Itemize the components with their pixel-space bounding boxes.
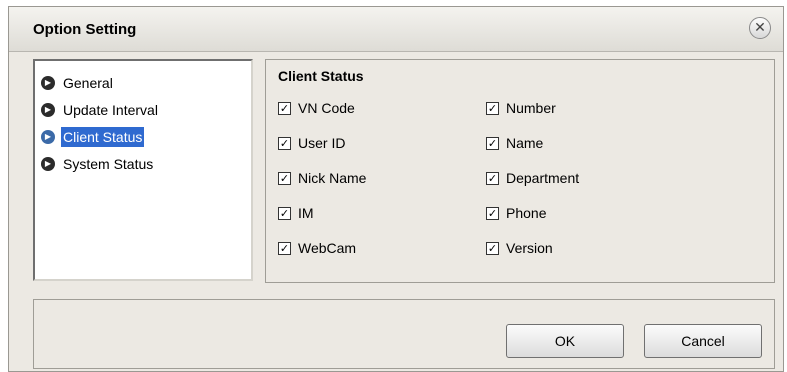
checkmark-icon: ✓ [486, 101, 499, 115]
tree-item-update-interval[interactable]: ▶ Update Interval [35, 96, 251, 123]
checkbox-label: Number [506, 100, 556, 116]
close-button[interactable]: ✕ [749, 17, 771, 39]
tree-item-system-status[interactable]: ▶ System Status [35, 150, 251, 177]
option-tree: ▶ General ▶ Update Interval ▶ Client Sta… [33, 59, 253, 281]
checkbox-number[interactable]: ✓ Number [486, 100, 556, 116]
checkmark-icon: ✓ [278, 206, 291, 220]
checkbox-label: Version [506, 240, 553, 256]
checkbox-department[interactable]: ✓ Department [486, 170, 579, 186]
checkbox-label: Name [506, 135, 544, 151]
checkbox-im[interactable]: ✓ IM [278, 205, 314, 221]
checkbox-label: VN Code [298, 100, 355, 116]
title-bar: Option Setting ✕ [9, 7, 783, 52]
dialog-title: Option Setting [33, 21, 137, 38]
checkbox-name[interactable]: ✓ Name [486, 135, 543, 151]
option-setting-dialog: Option Setting ✕ ▶ General ▶ Update Inte… [8, 6, 784, 372]
checkbox-vn-code[interactable]: ✓ VN Code [278, 100, 355, 116]
checkbox-label: Nick Name [298, 170, 367, 186]
checkbox-label: WebCam [298, 240, 357, 256]
client-status-group: Client Status ✓ VN Code ✓ User ID ✓ Nick… [265, 59, 775, 283]
tree-item-label: System Status [63, 155, 154, 172]
tree-item-label: Client Status [61, 126, 145, 147]
checkbox-label: IM [298, 205, 314, 221]
cancel-button[interactable]: Cancel [644, 324, 762, 358]
checkmark-icon: ✓ [486, 171, 499, 185]
arrow-bullet-icon: ▶ [41, 102, 55, 117]
checkmark-icon: ✓ [486, 136, 499, 150]
checkbox-phone[interactable]: ✓ Phone [486, 205, 546, 221]
checkmark-icon: ✓ [278, 241, 291, 255]
arrow-bullet-icon: ▶ [41, 156, 55, 171]
arrow-bullet-icon: ▶ [41, 75, 55, 90]
checkbox-label: Phone [506, 205, 547, 221]
checkbox-label: Department [506, 170, 580, 186]
checkmark-icon: ✓ [486, 206, 499, 220]
tree-item-client-status[interactable]: ▶ Client Status [35, 123, 251, 150]
arrow-bullet-icon: ▶ [41, 129, 55, 144]
checkbox-version[interactable]: ✓ Version [486, 240, 553, 256]
checkmark-icon: ✓ [278, 101, 291, 115]
checkbox-webcam[interactable]: ✓ WebCam [278, 240, 356, 256]
close-icon: ✕ [754, 20, 766, 36]
tree-item-label: General [63, 74, 113, 91]
checkbox-label: User ID [298, 135, 346, 151]
checkbox-nick-name[interactable]: ✓ Nick Name [278, 170, 366, 186]
tree-item-general[interactable]: ▶ General [35, 69, 251, 96]
checkmark-icon: ✓ [278, 171, 291, 185]
tree-item-label: Update Interval [63, 101, 158, 118]
checkmark-icon: ✓ [486, 241, 499, 255]
ok-button[interactable]: OK [506, 324, 624, 358]
button-panel: OK Cancel [33, 299, 775, 369]
group-title: Client Status [278, 68, 364, 84]
checkbox-user-id[interactable]: ✓ User ID [278, 135, 345, 151]
checkmark-icon: ✓ [278, 136, 291, 150]
